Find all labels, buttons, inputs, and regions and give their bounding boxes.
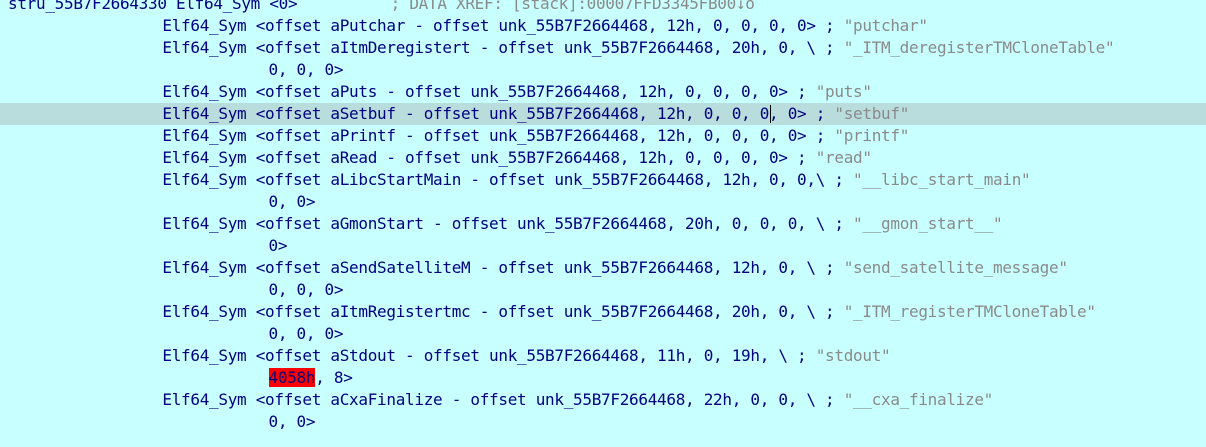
disassembly-view[interactable]: stru_55B7F2664330 Elf64_Sym <0> ; DATA X…: [0, 0, 1206, 447]
listing-line[interactable]: Elf64_Sym <offset aCxaFinalize - offset …: [0, 389, 1206, 411]
code-text: , 8>: [315, 368, 353, 387]
listing-line[interactable]: 0, 0>: [0, 411, 1206, 433]
comment-text: "stdout": [815, 346, 891, 365]
code-text: Elf64_Sym <offset aCxaFinalize - offset …: [162, 390, 844, 409]
comment-text: "_ITM_registerTMCloneTable": [843, 302, 1096, 321]
listing-line[interactable]: Elf64_Sym <offset aSendSatelliteM - offs…: [0, 257, 1206, 279]
code-text: Elf64_Sym <offset aLibcStartMain - offse…: [162, 170, 854, 189]
code-text: Elf64_Sym <offset aRead - offset unk_55B…: [162, 148, 816, 167]
code-text: 0, 0>: [268, 412, 316, 431]
listing-line[interactable]: 0, 0, 0>: [0, 279, 1206, 301]
comment-text: "setbuf": [834, 104, 910, 123]
text-cursor: [770, 105, 772, 123]
listing-line[interactable]: Elf64_Sym <offset aRead - offset unk_55B…: [0, 147, 1206, 169]
listing-line[interactable]: 0, 0, 0>: [0, 323, 1206, 345]
code-text: Elf64_Sym <offset aSendSatelliteM - offs…: [162, 258, 844, 277]
code-text: Elf64_Sym <offset aPutchar - offset unk_…: [162, 16, 844, 35]
comment-text: "printf": [834, 126, 910, 145]
error-value: 4058h: [268, 368, 316, 387]
code-text: Elf64_Sym <offset aItmDeregistert - offs…: [162, 38, 844, 57]
listing-line[interactable]: Elf64_Sym <offset aGmonStart - offset un…: [0, 213, 1206, 235]
comment-text: ; DATA XREF: [stack]:00007FFD3345FB00↓o: [297, 0, 755, 13]
comment-text: "read": [815, 148, 872, 167]
code-text: Elf64_Sym <offset aPrintf - offset unk_5…: [162, 126, 835, 145]
code-text: 0>: [268, 236, 288, 255]
comment-text: "putchar": [843, 16, 928, 35]
listing-line[interactable]: Elf64_Sym <offset aLibcStartMain - offse…: [0, 169, 1206, 191]
comment-text: "__libc_start_main": [853, 170, 1031, 189]
listing-line[interactable]: Elf64_Sym <offset aPuts - offset unk_55B…: [0, 81, 1206, 103]
listing-line[interactable]: Elf64_Sym <offset aItmDeregistert - offs…: [0, 37, 1206, 59]
listing-line[interactable]: Elf64_Sym <offset aPrintf - offset unk_5…: [0, 125, 1206, 147]
comment-text: "_ITM_deregisterTMCloneTable": [843, 38, 1115, 57]
listing-line[interactable]: stru_55B7F2664330 Elf64_Sym <0> ; DATA X…: [0, 0, 1206, 15]
code-text: Elf64_Sym <offset aPuts - offset unk_55B…: [162, 82, 816, 101]
listing-line[interactable]: 0, 0>: [0, 191, 1206, 213]
listing-line[interactable]: 4058h, 8>: [0, 367, 1206, 389]
comment-text: "__gmon_start__": [853, 214, 1003, 233]
code-text: 0, 0, 0>: [268, 60, 344, 79]
code-text: 0, 0, 0>: [268, 324, 344, 343]
listing-line[interactable]: 0>: [0, 235, 1206, 257]
listing-line[interactable]: Elf64_Sym <offset aItmRegistertmc - offs…: [0, 301, 1206, 323]
code-text: stru_55B7F2664330 Elf64_Sym <0>: [8, 0, 298, 13]
listing-line-current[interactable]: Elf64_Sym <offset aSetbuf - offset unk_5…: [0, 103, 1206, 125]
code-text: Elf64_Sym <offset aStdout - offset unk_5…: [162, 346, 816, 365]
listing-line[interactable]: Elf64_Sym <offset aPutchar - offset unk_…: [0, 15, 1206, 37]
code-text: 0, 0>: [268, 192, 316, 211]
code-text: Elf64_Sym <offset aItmRegistertmc - offs…: [162, 302, 844, 321]
comment-text: "puts": [815, 82, 872, 101]
comment-text: "send_satellite_message": [843, 258, 1068, 277]
listing-line[interactable]: Elf64_Sym <offset aStdout - offset unk_5…: [0, 345, 1206, 367]
comment-text: "__cxa_finalize": [843, 390, 994, 409]
code-text: 0, 0, 0>: [268, 280, 344, 299]
code-text: Elf64_Sym <offset aSetbuf - offset unk_5…: [162, 104, 835, 123]
listing-line[interactable]: 0, 0, 0>: [0, 59, 1206, 81]
code-text: Elf64_Sym <offset aGmonStart - offset un…: [162, 214, 854, 233]
